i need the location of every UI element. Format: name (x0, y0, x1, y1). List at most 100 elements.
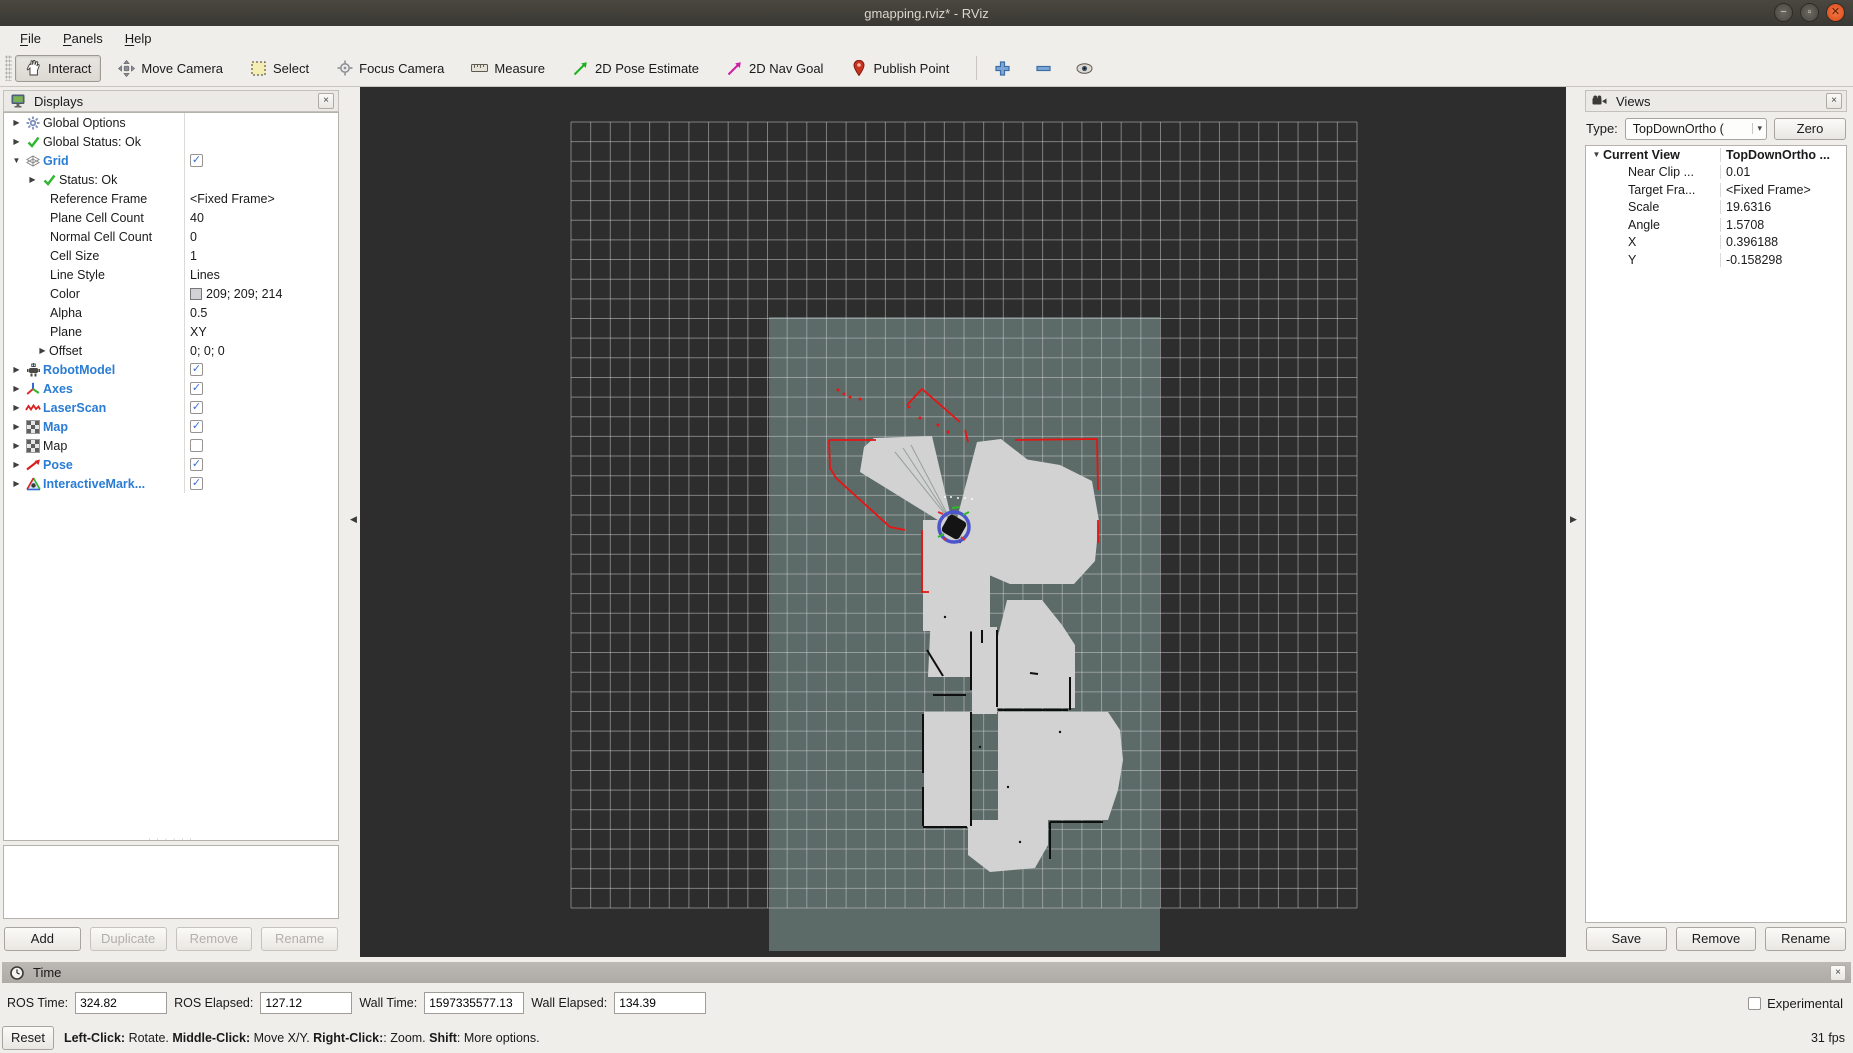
ros-time-input[interactable] (75, 992, 167, 1014)
views-tree-row[interactable]: Scale19.6316 (1586, 199, 1846, 217)
left-splitter-arrow-icon[interactable]: ◀ (350, 514, 357, 525)
expander-closed-icon[interactable]: ▶ (10, 441, 23, 450)
tool-interact[interactable]: Interact (15, 55, 101, 82)
expander-closed-icon[interactable]: ▶ (10, 479, 23, 488)
tool-select[interactable]: Select (240, 55, 319, 82)
tree-row-value: 0; 0; 0 (184, 341, 338, 360)
tool-add-tool[interactable] (987, 55, 1018, 82)
expander-closed-icon[interactable]: ▶ (10, 365, 23, 374)
tool-remove-tool[interactable] (1028, 55, 1059, 82)
right-splitter-arrow-icon[interactable]: ▶ (1570, 514, 1577, 525)
wall-elapsed-input[interactable] (614, 992, 706, 1014)
tree-row[interactable]: Plane Cell Count40 (4, 208, 338, 227)
save-view-button[interactable]: Save (1586, 927, 1667, 951)
remove-view-button[interactable]: Remove (1676, 927, 1757, 951)
tree-row[interactable]: ▶Pose✓ (4, 455, 338, 474)
tree-row[interactable]: Normal Cell Count0 (4, 227, 338, 246)
expander-closed-icon[interactable]: ▶ (10, 137, 23, 146)
close-icon[interactable]: ✕ (1826, 3, 1845, 22)
checkbox-checked[interactable]: ✓ (190, 363, 203, 376)
views-panel-header[interactable]: Views × (1585, 90, 1847, 112)
wall-time-input[interactable] (424, 992, 524, 1014)
displays-close-icon[interactable]: × (318, 93, 334, 109)
tool-focus-camera[interactable]: Focus Camera (326, 55, 454, 82)
tree-row-name: ▶Status: Ok (4, 170, 184, 189)
view-type-value: TopDownOrtho ( (1633, 122, 1724, 136)
pose-icon (23, 458, 43, 471)
checkbox-checked[interactable]: ✓ (190, 477, 203, 490)
color-swatch[interactable] (190, 288, 202, 300)
views-row-name: X (1586, 234, 1720, 252)
tree-row[interactable]: ▶Map (4, 436, 338, 455)
views-tree-row[interactable]: Y-0.158298 (1586, 251, 1846, 269)
tree-row-value (184, 170, 338, 189)
expander-closed-icon[interactable]: ▶ (36, 346, 49, 355)
rename-view-button[interactable]: Rename (1765, 927, 1846, 951)
tree-row[interactable]: Line StyleLines (4, 265, 338, 284)
tool-label: 2D Nav Goal (749, 61, 823, 76)
add-button[interactable]: Add (4, 927, 81, 951)
checkbox-checked[interactable]: ✓ (190, 382, 203, 395)
tool-measure[interactable]: Measure (461, 55, 555, 82)
tool-nav-goal[interactable]: 2D Nav Goal (716, 55, 833, 82)
tree-row[interactable]: Reference Frame<Fixed Frame> (4, 189, 338, 208)
zero-button[interactable]: Zero (1774, 118, 1846, 140)
views-tree-row[interactable]: Near Clip ...0.01 (1586, 164, 1846, 182)
checkbox-unchecked[interactable] (1748, 997, 1761, 1010)
checkbox-checked[interactable]: ✓ (190, 458, 203, 471)
maximize-icon[interactable]: ▫ (1800, 3, 1819, 22)
main-area: Displays × ▶Global Options▶Global Status… (0, 87, 1853, 957)
tree-row[interactable]: ▶Axes✓ (4, 379, 338, 398)
time-close-icon[interactable]: × (1830, 965, 1846, 981)
checkbox-checked[interactable]: ✓ (190, 154, 203, 167)
views-tree-row[interactable]: Angle1.5708 (1586, 216, 1846, 234)
views-row-value: 19.6316 (1720, 200, 1846, 214)
menu-item-panels[interactable]: Panels (53, 29, 113, 48)
views-tree-row[interactable]: X0.396188 (1586, 234, 1846, 252)
tree-row[interactable]: Cell Size1 (4, 246, 338, 265)
ros-elapsed-input[interactable] (260, 992, 352, 1014)
tree-row[interactable]: PlaneXY (4, 322, 338, 341)
tree-row[interactable]: Alpha0.5 (4, 303, 338, 322)
tool-pose-estimate[interactable]: 2D Pose Estimate (562, 55, 709, 82)
tree-row[interactable]: ▶Offset0; 0; 0 (4, 341, 338, 360)
displays-panel-header[interactable]: Displays × (3, 90, 339, 112)
view-type-combobox[interactable]: TopDownOrtho ( ▾ (1625, 118, 1767, 140)
expander-closed-icon[interactable]: ▶ (10, 403, 23, 412)
checkbox-checked[interactable]: ✓ (190, 420, 203, 433)
expander-closed-icon[interactable]: ▶ (10, 384, 23, 393)
tree-row[interactable]: ▶Status: Ok (4, 170, 338, 189)
3d-viewport[interactable] (360, 87, 1566, 957)
menu-item-file[interactable]: File (10, 29, 51, 48)
tree-row[interactable]: ▼Grid✓ (4, 151, 338, 170)
minimize-icon[interactable]: − (1774, 3, 1793, 22)
tree-row[interactable]: ▶Global Options (4, 113, 338, 132)
expander-closed-icon[interactable]: ▶ (10, 422, 23, 431)
expander-open-icon[interactable]: ▼ (10, 156, 23, 165)
checkbox-unchecked[interactable] (190, 439, 203, 452)
checkbox-checked[interactable]: ✓ (190, 401, 203, 414)
expander-closed-icon[interactable]: ▶ (10, 460, 23, 469)
expander-closed-icon[interactable]: ▶ (26, 175, 39, 184)
menu-item-help[interactable]: Help (115, 29, 162, 48)
expander-closed-icon[interactable]: ▶ (10, 118, 23, 127)
tree-row[interactable]: ▶RobotModel✓ (4, 360, 338, 379)
views-tree-row[interactable]: ▼Current ViewTopDownOrtho ... (1586, 146, 1846, 164)
tool-move-camera[interactable]: Move Camera (108, 55, 233, 82)
time-panel-header[interactable]: Time × (2, 962, 1851, 983)
tree-row[interactable]: ▶Map✓ (4, 417, 338, 436)
tree-row-value-text: XY (190, 325, 207, 339)
tree-row[interactable]: ▶LaserScan✓ (4, 398, 338, 417)
splitter-handle[interactable]: · · · · · · (0, 837, 342, 844)
tool-publish-point[interactable]: Publish Point (840, 55, 959, 82)
reset-button[interactable]: Reset (2, 1026, 54, 1050)
gear-icon (23, 116, 43, 130)
tree-row[interactable]: ▶Global Status: Ok (4, 132, 338, 151)
toolbar-grip[interactable] (5, 55, 12, 81)
tree-row[interactable]: Color209; 209; 214 (4, 284, 338, 303)
tool-visibility[interactable] (1069, 55, 1100, 82)
expander-open-icon[interactable]: ▼ (1590, 150, 1603, 159)
views-close-icon[interactable]: × (1826, 93, 1842, 109)
tree-row[interactable]: ▶InteractiveMark...✓ (4, 474, 338, 493)
views-tree-row[interactable]: Target Fra...<Fixed Frame> (1586, 181, 1846, 199)
